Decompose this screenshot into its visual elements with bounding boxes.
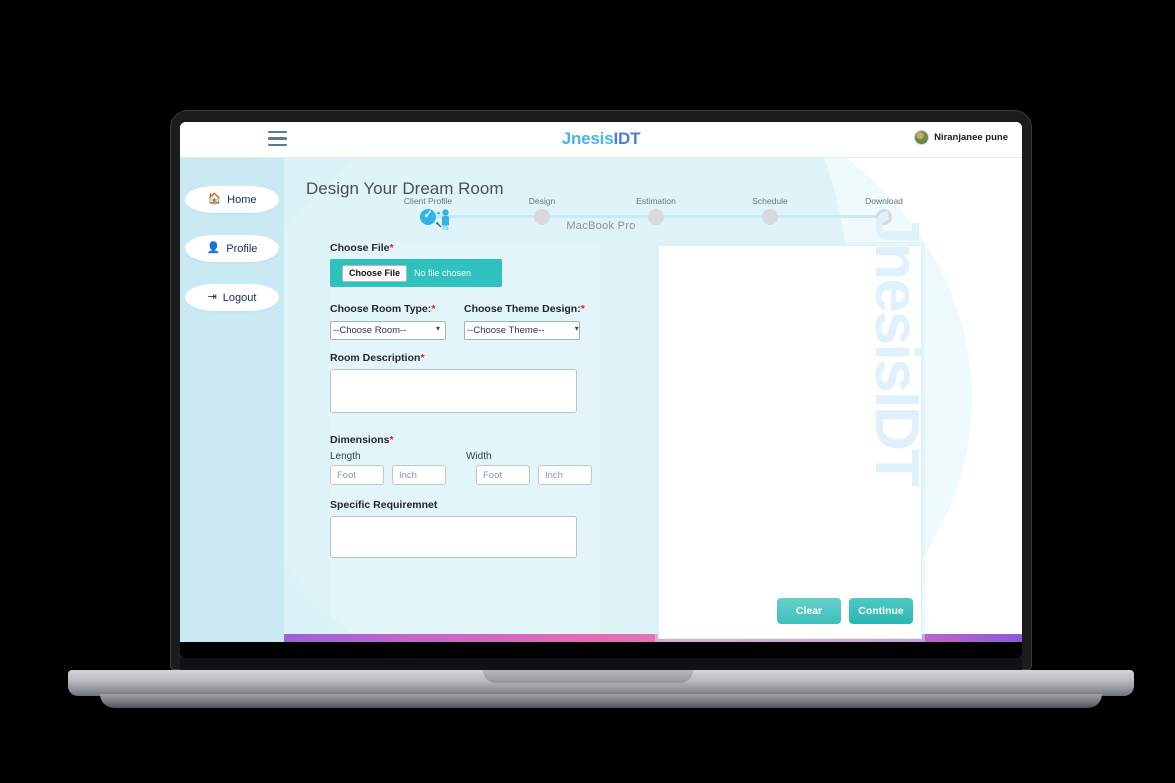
laptop-base-lower — [100, 694, 1102, 708]
brand-logo-part2: IDT — [613, 129, 641, 148]
user-menu[interactable]: Niranjanee pune — [914, 130, 1008, 145]
stepper-step-label: Design — [528, 196, 556, 206]
width-foot-input[interactable] — [476, 465, 530, 485]
dimension-headers: Length Width — [330, 451, 600, 462]
app-screen: JnesisIDT Niranjanee pune 🏠 Home 👤 Profi… — [180, 122, 1022, 642]
laptop-base-notch — [482, 670, 693, 683]
room-type-select-wrap: --Choose Room-- ▾ — [330, 320, 446, 340]
required-marker: * — [431, 303, 436, 315]
sidebar-item-label: Profile — [226, 242, 258, 255]
stepper-step-label: Client Profile — [403, 196, 453, 206]
room-type-label: Choose Room Type:* — [330, 303, 446, 315]
select-row: Choose Room Type:* --Choose Room-- ▾ Cho… — [330, 303, 600, 340]
laptop-screen-inner: JnesisIDT Niranjanee pune 🏠 Home 👤 Profi… — [180, 122, 1022, 658]
file-input[interactable]: Choose File No file chosen — [330, 259, 502, 287]
theme-design-label-text: Choose Theme Design: — [464, 303, 581, 315]
file-status-text: No file chosen — [414, 268, 472, 278]
width-label: Width — [466, 451, 492, 462]
stepper-dot — [534, 209, 550, 225]
length-label: Length — [330, 451, 361, 462]
app-topbar: JnesisIDT Niranjanee pune — [180, 122, 1022, 158]
user-name-label: Niranjanee pune — [934, 132, 1008, 143]
width-inch-input[interactable] — [538, 465, 592, 485]
room-type-group: Choose Room Type:* --Choose Room-- ▾ — [330, 303, 446, 340]
client-avatar-icon — [436, 209, 449, 230]
room-type-label-text: Choose Room Type: — [330, 303, 432, 315]
dimension-inputs — [330, 465, 600, 485]
sidebar: 🏠 Home 👤 Profile ⇥ Logout — [180, 158, 284, 642]
home-icon: 🏠 — [207, 193, 222, 205]
room-design-form: Choose File* Choose File No file chosen … — [330, 242, 600, 634]
theme-design-label: Choose Theme Design:* — [464, 303, 585, 315]
choose-file-label: Choose File* — [330, 242, 600, 254]
choose-file-label-text: Choose File — [330, 242, 390, 254]
theme-design-select-wrap: --Choose Theme-- ▾ — [464, 320, 585, 340]
stepper-dot — [648, 209, 664, 225]
stepper-step-label: Estimation — [636, 196, 676, 206]
stepper-step-estimation[interactable]: Estimation — [616, 196, 696, 225]
sidebar-item-label: Home — [227, 193, 257, 206]
room-description-label: Room Description* — [330, 352, 600, 364]
specific-requirement-textarea[interactable] — [330, 516, 577, 558]
stepper-step-label: Schedule — [752, 196, 788, 206]
dimensions-label-text: Dimensions — [330, 434, 390, 446]
sidebar-item-profile[interactable]: 👤 Profile — [185, 235, 279, 262]
sidebar-item-logout[interactable]: ⇥ Logout — [185, 284, 279, 311]
stepper-dot — [762, 209, 778, 225]
stepper-step-design[interactable]: Design — [502, 196, 582, 225]
specific-requirement-label: Specific Requiremnet — [330, 499, 438, 511]
stepper-step-label: Download — [865, 196, 903, 206]
dimensions-label: Dimensions* — [330, 434, 600, 446]
room-description-label-text: Room Description — [330, 352, 421, 364]
room-type-select[interactable]: --Choose Room-- — [330, 321, 446, 340]
clear-button[interactable]: Clear — [777, 598, 841, 624]
brand-watermark: JnesisIDT — [862, 210, 931, 485]
screenshot-stage: JnesisIDT Niranjanee pune 🏠 Home 👤 Profi… — [0, 0, 1175, 783]
length-inch-input[interactable] — [392, 465, 446, 485]
brand-logo-part1: Jnesis — [561, 129, 614, 148]
progress-stepper: Client Profile ✓ Design Estimation Sched… — [402, 196, 912, 232]
required-marker: * — [389, 242, 394, 254]
main-content: Design Your Dream Room Client Profile ✓ … — [284, 158, 1022, 642]
laptop-lid: JnesisIDT Niranjanee pune 🏠 Home 👤 Profi… — [170, 110, 1032, 680]
dimension-spacer — [454, 465, 468, 485]
stepper-step-client-profile[interactable]: Client Profile — [388, 196, 468, 225]
user-icon: 👤 — [206, 242, 221, 254]
choose-file-button[interactable]: Choose File — [342, 264, 408, 282]
theme-design-select[interactable]: --Choose Theme-- — [464, 321, 580, 340]
brand-logo: JnesisIDT — [180, 129, 1022, 149]
length-foot-input[interactable] — [330, 465, 384, 485]
room-description-textarea[interactable] — [330, 369, 577, 413]
logout-icon: ⇥ — [207, 291, 217, 303]
required-marker: * — [420, 352, 425, 364]
page-body: 🏠 Home 👤 Profile ⇥ Logout Design Your Dr… — [180, 158, 1022, 642]
sidebar-item-home[interactable]: 🏠 Home — [185, 186, 279, 213]
required-marker: * — [580, 303, 585, 315]
application-window: JnesisIDT Niranjanee pune 🏠 Home 👤 Profi… — [180, 122, 1022, 642]
stepper-step-schedule[interactable]: Schedule — [730, 196, 810, 225]
required-marker: * — [389, 434, 394, 446]
avatar — [914, 130, 930, 145]
sidebar-item-label: Logout — [222, 291, 257, 304]
theme-design-group: Choose Theme Design:* --Choose Theme-- ▾ — [464, 303, 585, 340]
